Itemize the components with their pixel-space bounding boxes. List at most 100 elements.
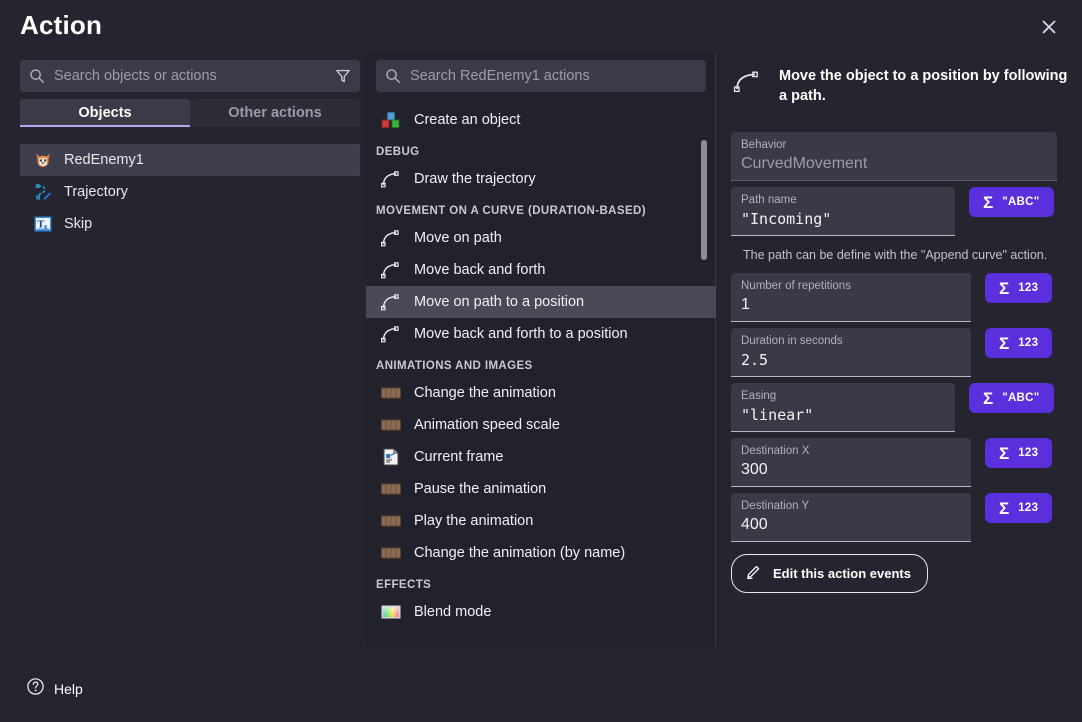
action-item-label: Animation speed scale	[414, 417, 560, 433]
film-strip-icon	[378, 510, 404, 532]
action-item-move-on-path[interactable]: Move on path	[366, 222, 716, 254]
action-item-pause-the-animation[interactable]: Pause the animation	[366, 473, 716, 505]
action-item-label: Move on path to a position	[414, 294, 584, 310]
expression-button-duration[interactable]: Σ 123	[985, 328, 1052, 358]
action-item-play-the-animation[interactable]: Play the animation	[366, 505, 716, 537]
action-item-move-on-path-to-a-position[interactable]: Move on path to a position	[366, 286, 716, 318]
expression-button-number-of-repetitions[interactable]: Σ 123	[985, 273, 1052, 303]
list-item-redenemy1[interactable]: RedEnemy1	[20, 144, 360, 176]
behavior-field: Behavior CurvedMovement	[731, 132, 1057, 181]
curve-icon	[378, 259, 404, 281]
field-row-destination-y: Destination Y 400 Σ 123	[731, 493, 1081, 542]
parameter-fields: Behavior CurvedMovement Path name "Incom…	[731, 132, 1081, 593]
edit-action-events-button[interactable]: Edit this action events	[731, 554, 928, 593]
text-object-icon: T x	[32, 213, 54, 235]
path-name-helper-text: The path can be define with the "Append …	[731, 242, 1081, 273]
duration-input[interactable]: Duration in seconds 2.5	[731, 328, 971, 377]
field-row-destination-x: Destination X 300 Σ 123	[731, 438, 1081, 487]
action-item-animation-speed-scale[interactable]: Animation speed scale	[366, 409, 716, 441]
parameters-panel: Move the object to a position by followi…	[717, 52, 1082, 647]
expression-kind-label: "ABC"	[1002, 392, 1039, 404]
action-item-move-back-and-forth-to-a-position[interactable]: Move back and forth to a position	[366, 318, 716, 350]
action-item-move-back-and-forth[interactable]: Move back and forth	[366, 254, 716, 286]
search-icon	[20, 68, 54, 84]
search-objects-placeholder: Search objects or actions	[54, 68, 326, 84]
action-item-draw-the-trajectory[interactable]: Draw the trajectory	[366, 163, 716, 195]
field-label: Destination X	[741, 444, 961, 459]
expression-kind-label: 123	[1018, 282, 1038, 294]
dialog-titlebar: Action	[0, 0, 1082, 52]
action-list-scroll: Create an object DEBUG Draw the trajecto…	[366, 100, 716, 695]
action-item-label: Play the animation	[414, 513, 533, 529]
action-item-change-the-animation[interactable]: Change the animation	[366, 377, 716, 409]
action-item-label: Current frame	[414, 449, 503, 465]
field-value: 2.5	[741, 349, 961, 371]
search-objects-input[interactable]: Search objects or actions	[20, 60, 360, 92]
field-value: CurvedMovement	[741, 153, 1047, 175]
field-label: Duration in seconds	[741, 334, 961, 349]
list-item-trajectory[interactable]: Trajectory	[20, 176, 360, 208]
tab-other-actions[interactable]: Other actions	[190, 99, 360, 127]
field-row-easing: Easing "linear" Σ "ABC"	[731, 383, 1081, 432]
objects-panel: Search objects or actions Objects Other …	[0, 52, 366, 647]
group-header-debug: DEBUG	[366, 136, 716, 163]
list-item-label: Skip	[64, 216, 92, 232]
object-tabs: Objects Other actions	[20, 99, 360, 127]
action-item-label: Move back and forth to a position	[414, 326, 628, 342]
close-icon[interactable]	[1036, 14, 1062, 40]
list-item-label: RedEnemy1	[64, 152, 144, 168]
field-label: Easing	[741, 389, 945, 404]
field-row-behavior: Behavior CurvedMovement	[731, 132, 1081, 181]
search-icon	[376, 68, 410, 84]
help-label: Help	[54, 681, 83, 697]
action-item-change-the-animation-by-name[interactable]: Change the animation (by name)	[366, 537, 716, 569]
actions-panel: Search RedEnemy1 actions Create an objec…	[366, 52, 716, 647]
action-item-label: Blend mode	[414, 604, 491, 620]
action-item-create-an-object[interactable]: Create an object	[366, 104, 716, 136]
number-of-repetitions-input[interactable]: Number of repetitions 1	[731, 273, 971, 322]
list-item-label: Trajectory	[64, 184, 128, 200]
scrollbar-thumb[interactable]	[701, 140, 707, 260]
action-item-blend-mode[interactable]: Blend mode	[366, 596, 716, 628]
destination-x-input[interactable]: Destination X 300	[731, 438, 971, 487]
action-description-text: Move the object to a position by followi…	[779, 66, 1071, 106]
expression-kind-label: 123	[1018, 337, 1038, 349]
action-dialog: Action Search objects or actions	[0, 0, 1082, 722]
pencil-icon	[745, 562, 763, 585]
curve-icon	[378, 291, 404, 313]
film-strip-icon	[378, 414, 404, 436]
group-header-animations: ANIMATIONS AND IMAGES	[366, 350, 716, 377]
color-gradient-icon	[378, 601, 404, 623]
filter-icon[interactable]	[326, 68, 360, 84]
destination-y-input[interactable]: Destination Y 400	[731, 493, 971, 542]
expression-button-destination-x[interactable]: Σ 123	[985, 438, 1052, 468]
group-header-effects: EFFECTS	[366, 569, 716, 596]
action-list-scrollbar[interactable]	[705, 100, 711, 680]
curve-icon	[378, 323, 404, 345]
path-name-input[interactable]: Path name "Incoming"	[731, 187, 955, 236]
search-actions-input[interactable]: Search RedEnemy1 actions	[376, 60, 706, 92]
list-item-skip[interactable]: T x Skip	[20, 208, 360, 240]
tab-objects[interactable]: Objects	[20, 99, 190, 127]
sigma-icon: Σ	[999, 335, 1009, 352]
page-title: Action	[20, 10, 102, 41]
frame-document-icon	[378, 446, 404, 468]
expression-button-easing[interactable]: Σ "ABC"	[969, 383, 1054, 413]
easing-input[interactable]: Easing "linear"	[731, 383, 955, 432]
help-button[interactable]: Help	[26, 677, 83, 701]
sigma-icon: Σ	[983, 390, 993, 407]
action-item-current-frame[interactable]: Current frame	[366, 441, 716, 473]
curve-icon	[378, 168, 404, 190]
expression-button-destination-y[interactable]: Σ 123	[985, 493, 1052, 523]
action-item-label: Move back and forth	[414, 262, 545, 278]
path-editor-icon	[32, 181, 54, 203]
field-label: Destination Y	[741, 499, 961, 514]
tab-other-actions-label: Other actions	[228, 105, 321, 121]
action-item-label: Draw the trajectory	[414, 171, 536, 187]
action-item-label: Change the animation (by name)	[414, 545, 625, 561]
field-row-duration: Duration in seconds 2.5 Σ 123	[731, 328, 1081, 377]
field-label: Number of repetitions	[741, 279, 961, 294]
expression-button-path-name[interactable]: Σ "ABC"	[969, 187, 1054, 217]
field-row-number-of-repetitions: Number of repetitions 1 Σ 123	[731, 273, 1081, 322]
expression-kind-label: 123	[1018, 502, 1038, 514]
